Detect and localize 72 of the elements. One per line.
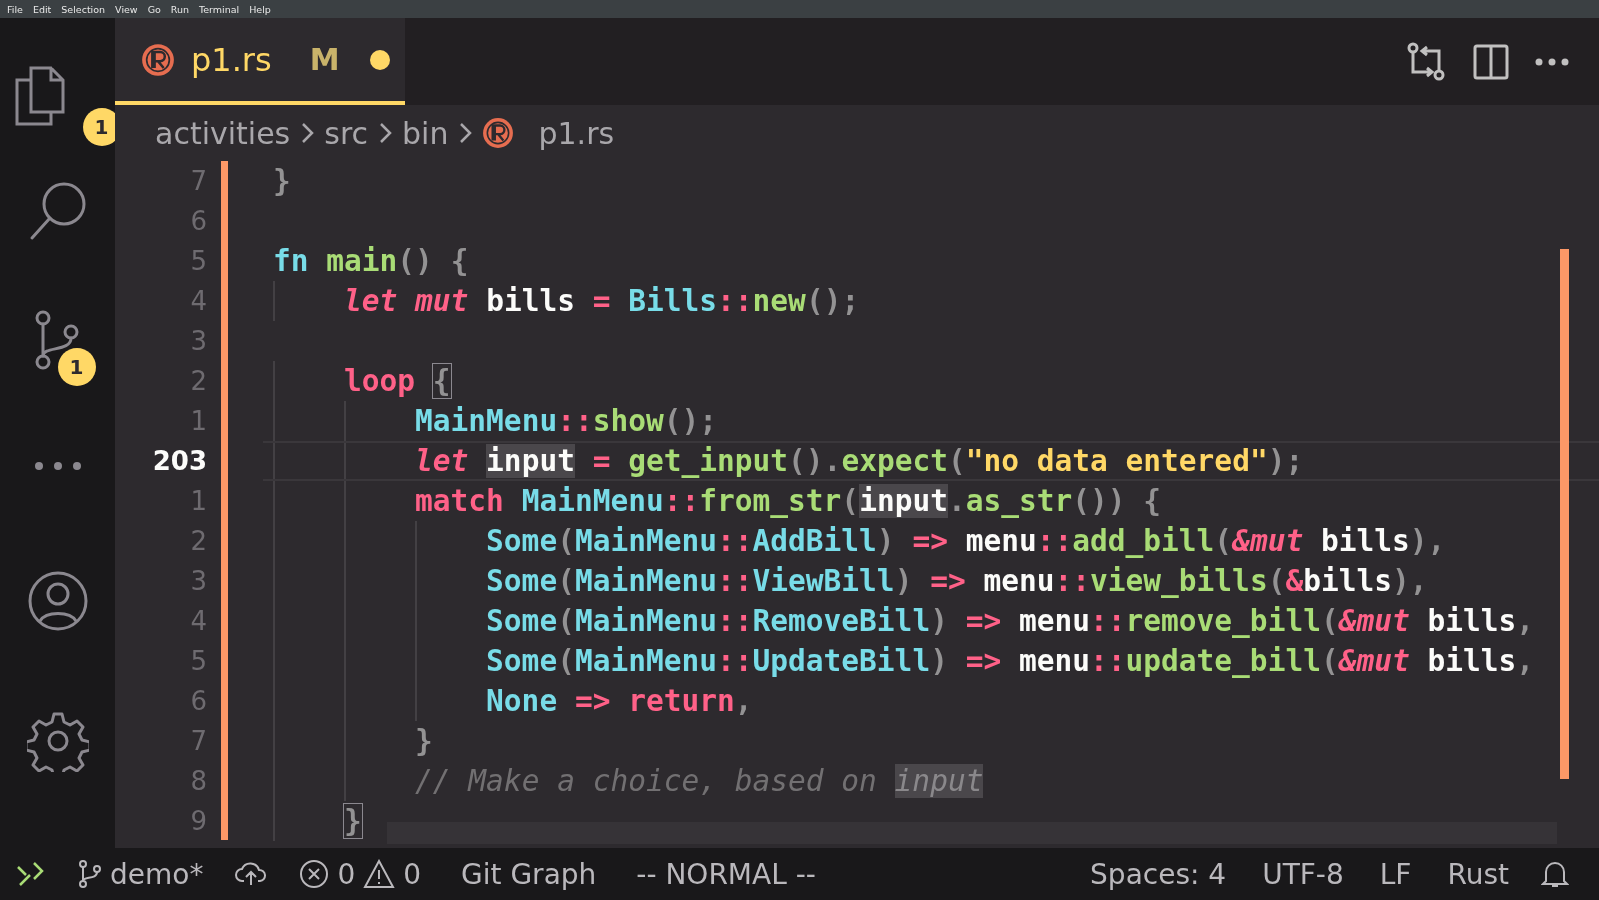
settings-icon[interactable]: [26, 710, 89, 772]
unsaved-dot[interactable]: [369, 49, 390, 70]
notifications-bell-icon[interactable]: [1541, 859, 1569, 889]
line-number: 1: [189, 405, 207, 438]
status-item[interactable]: Rust: [1427, 857, 1525, 891]
breadcrumb-item[interactable]: p1.rs: [538, 115, 615, 151]
line-number: 6: [189, 205, 207, 238]
line-number: 5: [189, 645, 207, 678]
status-item[interactable]: UTF-8: [1242, 857, 1360, 891]
line-number: 4: [189, 285, 207, 318]
split-editor-icon[interactable]: [1473, 43, 1509, 80]
chevron-right-icon: [458, 121, 473, 145]
status-item[interactable]: Spaces: 4: [1070, 857, 1243, 891]
line-number: 9: [189, 805, 207, 838]
count-badge: 1: [57, 348, 96, 386]
compare-changes-icon[interactable]: [1407, 40, 1447, 83]
line-number: 6: [189, 685, 207, 718]
breadcrumb-item[interactable]: src: [324, 115, 369, 151]
line-number: 4: [189, 605, 207, 638]
line-number: 7: [189, 725, 207, 758]
chevron-right-icon: [378, 121, 393, 145]
breadcrumb-item[interactable]: bin: [402, 115, 449, 151]
branch-icon: [78, 859, 102, 889]
line-number: 8: [189, 765, 207, 798]
code-line: // Make a choice, based on input: [415, 764, 984, 798]
line-number: 5: [189, 245, 207, 278]
code-line: match MainMenu::from_str(input.as_str()) {: [415, 484, 1162, 518]
code-line: }: [344, 804, 362, 838]
code-line: Some(MainMenu::UpdateBill) => menu::update_bill(&mut bills,: [486, 644, 1535, 678]
error-icon: [299, 859, 330, 889]
warning-icon: [363, 859, 396, 889]
code-line: Some(MainMenu::ViewBill) => menu::view_bills(&bills),: [486, 564, 1428, 598]
code-line: Some(MainMenu::AddBill) => menu::add_bill(&mut bills),: [486, 524, 1446, 558]
status-item[interactable]: -- NORMAL --: [612, 857, 832, 891]
menu-item[interactable]: Run: [165, 3, 195, 15]
menu-item[interactable]: Help: [244, 3, 276, 15]
menu-item[interactable]: Terminal: [194, 3, 245, 15]
more-actions-icon[interactable]: [1535, 57, 1569, 66]
status-item[interactable]: LF: [1359, 857, 1428, 891]
menu-item[interactable]: Selection: [56, 3, 111, 15]
code-line: fn main() {: [273, 244, 469, 278]
cloud-upload-icon[interactable]: [235, 861, 268, 887]
rust-logo-icon: [141, 42, 175, 77]
code-line: }: [415, 724, 433, 758]
code-line: }: [273, 164, 291, 198]
code-line: Some(MainMenu::RemoveBill) => menu::remove_bill(&mut bills,: [486, 604, 1535, 638]
branch-status[interactable]: demo*: [62, 857, 220, 891]
status-item[interactable]: Git Graph: [437, 857, 613, 891]
line-number: 2: [189, 365, 207, 398]
code-line: None => return,: [486, 684, 753, 718]
modified-status: M: [309, 42, 340, 77]
line-number: 2: [189, 525, 207, 558]
editor-tab[interactable]: p1.rs M: [115, 18, 405, 105]
line-number: 3: [189, 325, 207, 358]
chevron-right-icon: [300, 121, 315, 145]
menu-item[interactable]: Edit: [27, 3, 57, 15]
code-line: loop {: [344, 364, 451, 398]
account-icon[interactable]: [26, 570, 89, 632]
code-line: MainMenu::show();: [415, 404, 718, 438]
breadcrumb-item[interactable]: activities: [155, 115, 291, 151]
more-icon[interactable]: [32, 460, 83, 472]
rust-logo-icon: [482, 117, 515, 149]
line-number: 3: [189, 565, 207, 598]
menu-item[interactable]: Go: [142, 3, 166, 15]
menu-item[interactable]: File: [2, 3, 28, 15]
code-line: let input = get_input().expect("no data entered");: [415, 444, 1304, 478]
code-line: let mut bills = Bills::new();: [344, 284, 860, 318]
menu-item[interactable]: View: [110, 3, 143, 15]
line-number: 203: [151, 445, 207, 478]
problems-status[interactable]: 0 0: [283, 857, 438, 891]
line-number: 7: [189, 165, 207, 198]
line-number: 1: [189, 485, 207, 518]
